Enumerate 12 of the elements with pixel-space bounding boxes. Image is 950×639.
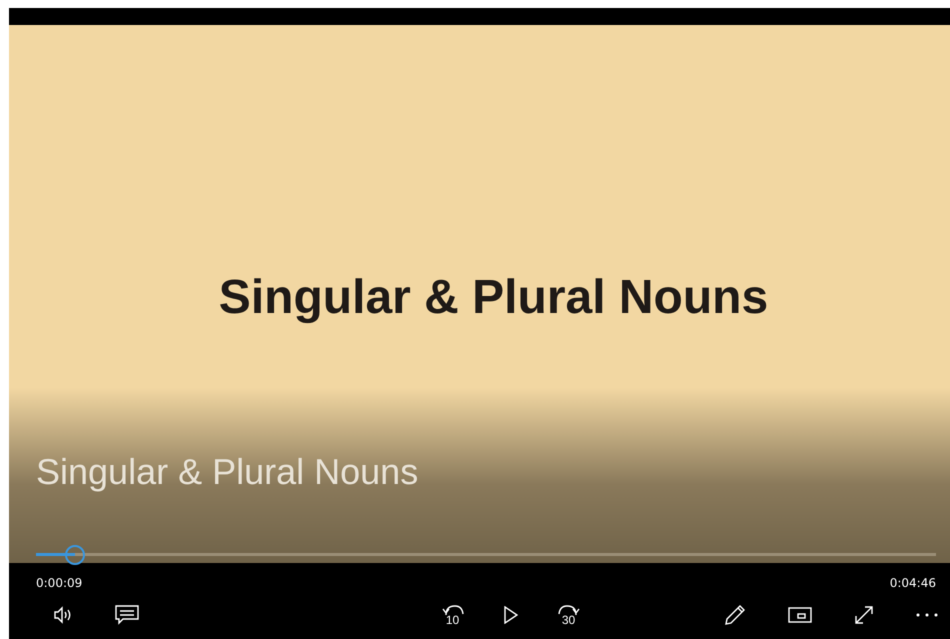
total-time: 0:04:46	[890, 576, 936, 590]
skip-back-button[interactable]: 10	[442, 604, 464, 626]
slide-title: Singular & Plural Nouns	[218, 270, 770, 325]
pencil-icon[interactable]	[724, 604, 746, 626]
fullscreen-icon[interactable]	[854, 605, 874, 625]
play-icon[interactable]	[504, 606, 518, 624]
video-title: Singular & Plural Nouns	[36, 451, 418, 493]
more-icon[interactable]	[916, 613, 938, 617]
elapsed-time: 0:00:09	[36, 576, 82, 590]
subtitles-icon[interactable]	[115, 605, 139, 625]
mini-view-icon[interactable]	[788, 607, 812, 623]
skip-forward-button[interactable]: 30	[558, 604, 580, 626]
